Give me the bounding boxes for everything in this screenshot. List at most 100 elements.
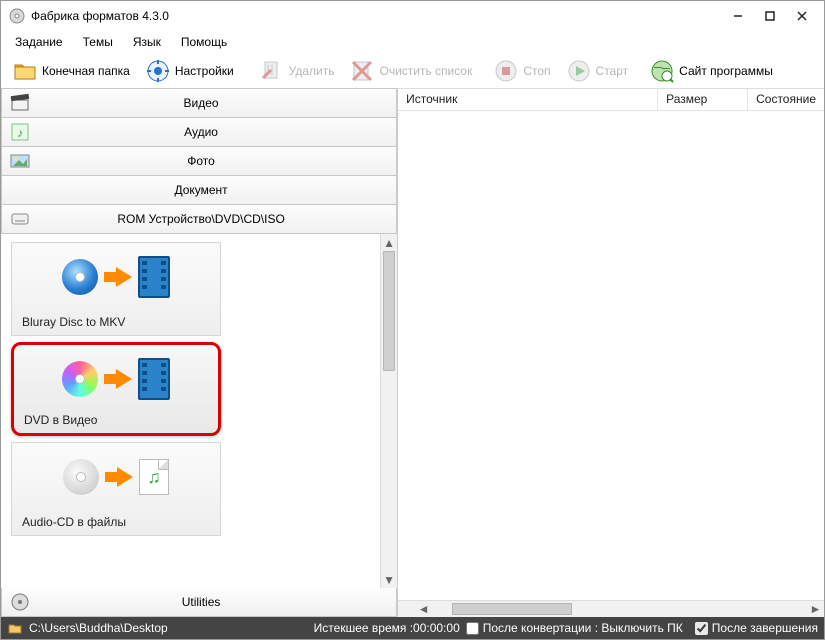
tile-label: DVD в Видео — [24, 413, 208, 427]
film-icon — [138, 358, 170, 400]
tile-graphic — [14, 351, 218, 407]
dvd-disc-icon — [62, 361, 98, 397]
scroll-left-arrow[interactable]: ◄ — [415, 601, 432, 617]
stop-icon — [494, 59, 518, 83]
category-rom[interactable]: ROM Устройство\DVD\CD\ISO — [1, 204, 397, 234]
gear-icon — [146, 59, 170, 83]
stop-button[interactable]: Стоп — [486, 56, 558, 86]
music-file-icon: ♫ — [139, 459, 169, 495]
column-size[interactable]: Размер — [658, 89, 748, 110]
statusbar: C:\Users\Buddha\Desktop Истекшее время :… — [1, 617, 824, 639]
toolbar-label: Конечная папка — [42, 64, 130, 78]
arrow-icon — [104, 267, 132, 287]
category-label: Документ — [38, 183, 396, 197]
category-label: Аудио — [38, 125, 396, 139]
scroll-track[interactable] — [381, 251, 397, 571]
utilities-icon — [6, 588, 34, 616]
bluray-disc-icon — [62, 259, 98, 295]
toolbar-label: Сайт программы — [679, 64, 773, 78]
app-window: Фабрика форматов 4.3.0 Задание Темы Язык… — [0, 0, 825, 640]
music-note-icon: ♪ — [6, 118, 34, 146]
hscroll-thumb[interactable] — [452, 603, 572, 615]
file-list-pane: Источник Размер Состояние ◄ ► — [398, 89, 824, 617]
after-completion-checkbox[interactable]: После завершения — [695, 621, 818, 635]
category-utilities[interactable]: Utilities — [1, 587, 397, 617]
svg-text:♪: ♪ — [17, 126, 23, 140]
window-title: Фабрика форматов 4.3.0 — [31, 9, 169, 23]
scroll-right-arrow[interactable]: ► — [807, 601, 824, 617]
column-state[interactable]: Состояние — [748, 89, 824, 110]
scroll-down-arrow[interactable]: ▼ — [381, 571, 397, 588]
toolbar: Конечная папка Настройки Удалить Очистит… — [1, 53, 824, 89]
category-document[interactable]: Документ — [1, 175, 397, 205]
tile-audiocd-to-files[interactable]: ♫ Audio-CD в файлы — [11, 442, 221, 536]
minimize-button[interactable] — [722, 4, 754, 28]
checkbox-input[interactable] — [466, 622, 479, 635]
category-label: ROM Устройство\DVD\CD\ISO — [38, 212, 396, 226]
arrow-icon — [104, 369, 132, 389]
app-icon — [9, 8, 25, 24]
hscroll-track[interactable] — [432, 601, 807, 617]
output-path[interactable]: C:\Users\Buddha\Desktop — [29, 621, 168, 635]
workarea: Видео ♪ Аудио Фото Документ ROM Устройст… — [1, 89, 824, 617]
checkbox-label: После завершения — [712, 621, 818, 635]
arrow-icon — [105, 467, 133, 487]
clear-list-button[interactable]: Очистить список — [342, 56, 480, 86]
delete-icon — [260, 59, 284, 83]
close-button[interactable] — [786, 4, 818, 28]
clear-icon — [350, 59, 374, 83]
menu-tasks[interactable]: Задание — [5, 33, 73, 51]
menubar: Задание Темы Язык Помощь — [1, 31, 824, 53]
menu-language[interactable]: Язык — [123, 33, 171, 51]
category-photo[interactable]: Фото — [1, 146, 397, 176]
drive-icon — [6, 205, 34, 233]
toolbar-label: Очистить список — [379, 64, 472, 78]
elapsed-value: 00:00:00 — [413, 621, 460, 635]
shutdown-after-conversion-checkbox[interactable]: После конвертации : Выключить ПК — [466, 621, 683, 635]
photo-icon — [6, 147, 34, 175]
category-video[interactable]: Видео — [1, 88, 397, 118]
program-site-button[interactable]: Сайт программы — [642, 56, 781, 86]
start-button[interactable]: Старт — [559, 56, 637, 86]
titlebar: Фабрика форматов 4.3.0 — [1, 1, 824, 31]
category-label: Фото — [38, 154, 396, 168]
category-audio[interactable]: ♪ Аудио — [1, 117, 397, 147]
checkbox-input[interactable] — [695, 622, 708, 635]
globe-icon — [650, 59, 674, 83]
tile-label: Bluray Disc to MKV — [22, 315, 210, 329]
tile-label: Audio-CD в файлы — [22, 515, 210, 529]
toolbar-label: Удалить — [289, 64, 335, 78]
tile-graphic: ♫ — [12, 449, 220, 505]
film-icon — [138, 256, 170, 298]
toolbar-label: Настройки — [175, 64, 234, 78]
tile-bluray-to-mkv[interactable]: Bluray Disc to MKV — [11, 242, 221, 336]
maximize-button[interactable] — [754, 4, 786, 28]
menu-themes[interactable]: Темы — [73, 33, 123, 51]
tile-dvd-to-video[interactable]: DVD в Видео — [11, 342, 221, 436]
category-pane: Видео ♪ Аудио Фото Документ ROM Устройст… — [1, 89, 398, 617]
list-body[interactable] — [398, 111, 824, 600]
document-icon — [6, 176, 34, 204]
checkbox-label: После конвертации : Выключить ПК — [483, 621, 683, 635]
vertical-scrollbar[interactable]: ▲ ▼ — [380, 234, 397, 588]
scroll-thumb[interactable] — [383, 251, 395, 371]
folder-small-icon[interactable] — [7, 620, 23, 636]
scroll-up-arrow[interactable]: ▲ — [381, 234, 397, 251]
list-header: Источник Размер Состояние — [398, 89, 824, 111]
delete-button[interactable]: Удалить — [252, 56, 343, 86]
column-source[interactable]: Источник — [398, 89, 658, 110]
category-label: Utilities — [38, 595, 396, 609]
toolbar-label: Стоп — [523, 64, 550, 78]
folder-icon — [13, 59, 37, 83]
output-folder-button[interactable]: Конечная папка — [5, 56, 138, 86]
elapsed-label: Истекшее время : — [314, 621, 413, 635]
cd-disc-icon — [63, 459, 99, 495]
category-label: Видео — [38, 96, 396, 110]
horizontal-scrollbar[interactable]: ◄ ► — [398, 600, 824, 617]
toolbar-label: Старт — [596, 64, 629, 78]
start-icon — [567, 59, 591, 83]
tile-area: Bluray Disc to MKV DVD в Видео — [1, 234, 397, 588]
tile-list: Bluray Disc to MKV DVD в Видео — [1, 234, 380, 588]
settings-button[interactable]: Настройки — [138, 56, 242, 86]
menu-help[interactable]: Помощь — [171, 33, 237, 51]
